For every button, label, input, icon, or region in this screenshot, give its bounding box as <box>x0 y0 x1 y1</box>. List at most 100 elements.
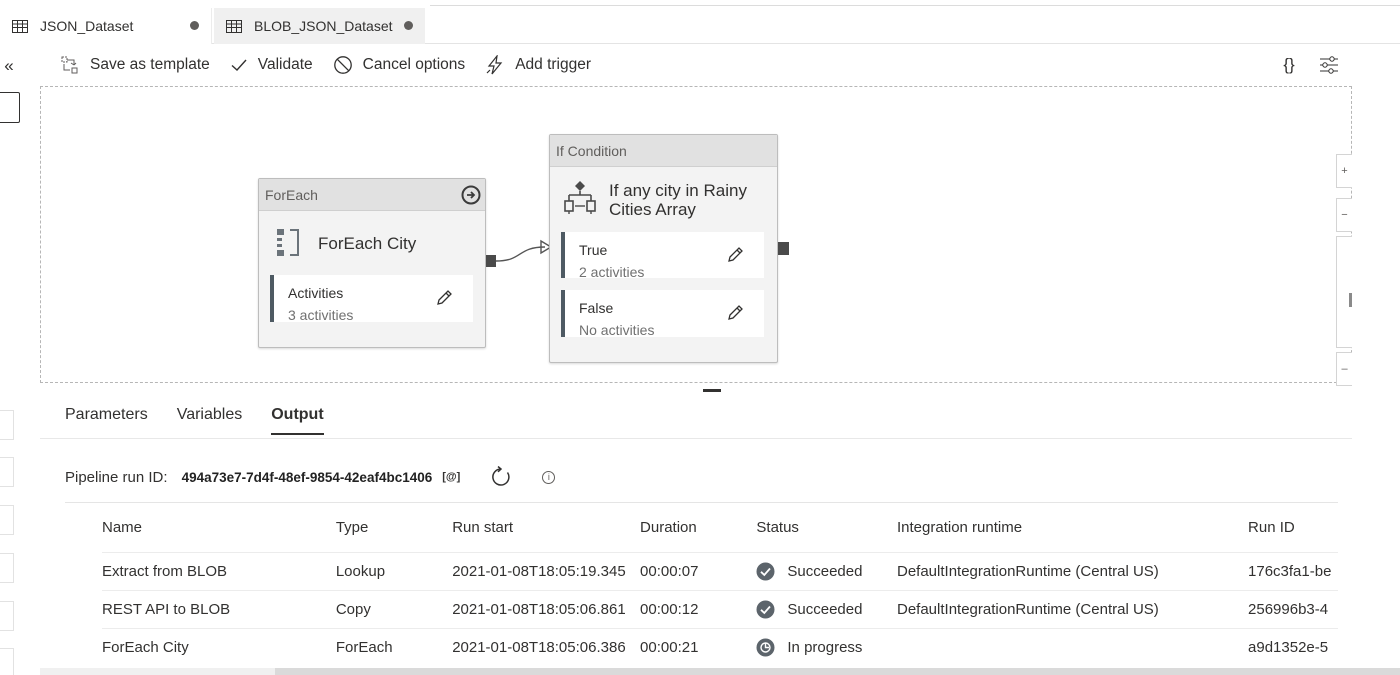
unsaved-dot-icon <box>404 21 413 30</box>
activities-label: Activities <box>288 285 344 301</box>
cell-run-start: 2021-01-08T18:05:19.345 <box>452 551 641 590</box>
zoom-in-button[interactable]: + <box>1336 154 1352 188</box>
cell-type: Lookup <box>335 551 453 590</box>
checkmark-icon <box>231 59 247 71</box>
cancel-options-label: Cancel options <box>362 56 466 73</box>
false-branch-container[interactable]: False No activities <box>561 290 764 338</box>
rail-item[interactable] <box>0 601 14 631</box>
cell-integration-runtime: DefaultIntegrationRuntime (Central US) <box>897 551 1249 590</box>
true-branch-label: True <box>579 242 608 258</box>
save-as-template-button[interactable]: Save as template <box>50 50 220 80</box>
activities-count: 3 activities <box>288 307 354 323</box>
activity-type-label: If Condition <box>556 143 627 159</box>
validate-label: Validate <box>257 56 313 73</box>
cell-duration: 00:00:12 <box>640 589 757 628</box>
column-header-integration-runtime[interactable]: Integration runtime <box>897 503 1248 552</box>
tab-parameters[interactable]: Parameters <box>65 406 148 432</box>
pipeline-run-label: Pipeline run ID: <box>65 468 168 486</box>
activity-name-line1: If any city in Rainy <box>609 181 747 200</box>
foreach-icon <box>277 229 299 256</box>
false-branch-label: False <box>579 300 614 316</box>
if-condition-activity[interactable]: If Condition If any city in Rainy Cities… <box>549 134 778 363</box>
sliders-icon <box>1320 56 1338 74</box>
cell-name: Extract from BLOB <box>102 551 336 590</box>
column-header-duration[interactable]: Duration <box>640 503 756 552</box>
collapse-panel-button[interactable]: « <box>0 56 18 76</box>
activity-header: If Condition <box>550 135 777 167</box>
true-branch-container[interactable]: True 2 activities <box>561 232 764 280</box>
activity-name: ForEach City <box>318 234 417 253</box>
cell-status: Succeeded <box>756 551 897 590</box>
rail-item[interactable] <box>0 457 14 487</box>
cancel-options-button[interactable]: Cancel options <box>323 50 476 80</box>
edit-pencil-icon[interactable] <box>726 304 744 322</box>
cell-run-id[interactable]: 256996b3-4 <box>1248 589 1338 628</box>
code-view-button[interactable]: {} <box>1278 54 1300 76</box>
table-row[interactable]: Extract from BLOB Lookup 2021-01-08T18:0… <box>102 551 1338 590</box>
column-header-run-id[interactable]: Run ID <box>1248 503 1338 552</box>
copy-run-id-button[interactable]: [@] <box>442 471 460 483</box>
table-row[interactable]: ForEach City ForEach 2021-01-08T18:05:06… <box>102 627 1338 666</box>
activities-container[interactable]: Activities 3 activities <box>270 275 473 323</box>
true-branch-count: 2 activities <box>579 264 645 280</box>
check-circle-icon <box>756 600 775 618</box>
refresh-button[interactable] <box>490 466 512 488</box>
properties-panel: Parameters Variables Output Pipeline run… <box>40 392 1352 675</box>
rail-item[interactable] <box>0 410 14 440</box>
cell-name: REST API to BLOB <box>102 589 336 628</box>
cell-type: ForEach <box>335 627 453 666</box>
tab-output[interactable]: Output <box>271 406 325 435</box>
properties-button[interactable] <box>1318 54 1340 76</box>
success-connector[interactable] <box>485 237 555 277</box>
column-header-run-start[interactable]: Run start <box>452 503 640 552</box>
rail-item[interactable] <box>0 505 14 535</box>
tab-label: JSON_Dataset <box>40 18 134 34</box>
column-header-status[interactable]: Status <box>756 503 897 552</box>
tab-strip-divider <box>430 0 1400 6</box>
activity-header: ForEach <box>259 179 485 211</box>
cell-run-id[interactable]: 176c3fa1-be <box>1248 551 1338 590</box>
info-icon[interactable]: i <box>542 470 556 484</box>
save-template-icon <box>61 56 78 74</box>
table-icon <box>226 19 242 33</box>
activity-name-line2: Cities Array <box>609 200 696 219</box>
fit-to-screen-button[interactable]: – <box>1336 352 1352 386</box>
activity-runs-table: Name Type Run start Duration Status Inte… <box>102 503 1338 666</box>
foreach-activity[interactable]: ForEach ForEach City Activities 3 activi… <box>258 178 486 348</box>
add-trigger-button[interactable]: Add trigger <box>475 50 601 80</box>
go-inside-icon[interactable] <box>461 185 481 205</box>
column-header-type[interactable]: Type <box>336 503 452 552</box>
in-progress-icon <box>756 638 775 657</box>
cell-integration-runtime <box>897 627 1249 666</box>
output-port-icon[interactable] <box>778 242 789 255</box>
rail-item[interactable] <box>0 553 14 583</box>
edit-pencil-icon[interactable] <box>726 246 744 264</box>
zoom-slider-thumb[interactable] <box>1349 293 1352 307</box>
tab-blob-json-dataset[interactable]: BLOB_JSON_Dataset <box>214 8 425 44</box>
cell-run-id[interactable]: a9d1352e-5 <box>1248 627 1338 666</box>
cell-integration-runtime: DefaultIntegrationRuntime (Central US) <box>897 589 1249 628</box>
tab-json-dataset[interactable]: JSON_Dataset <box>0 8 212 44</box>
tab-variables[interactable]: Variables <box>177 406 243 432</box>
column-header-name[interactable]: Name <box>102 503 336 552</box>
refresh-icon <box>492 466 510 486</box>
zoom-slider[interactable] <box>1336 236 1352 348</box>
validate-button[interactable]: Validate <box>220 50 323 80</box>
horizontal-scrollbar[interactable] <box>40 668 1400 675</box>
rail-search-box[interactable] <box>0 92 20 123</box>
zoom-out-button[interactable]: − <box>1336 198 1352 232</box>
panel-tabs: Parameters Variables Output <box>65 406 325 435</box>
activity-name: If any city in Rainy Cities Array <box>609 181 747 219</box>
activity-type-label: ForEach <box>265 187 318 203</box>
pipeline-run-row: Pipeline run ID: 494a73e7-7d4f-48ef-9854… <box>65 466 556 488</box>
edit-pencil-icon[interactable] <box>435 289 453 307</box>
pipeline-canvas[interactable]: ForEach ForEach City Activities 3 activi… <box>40 86 1352 383</box>
if-condition-icon <box>564 181 596 214</box>
table-row[interactable]: REST API to BLOB Copy 2021-01-08T18:05:0… <box>102 589 1338 628</box>
table-icon <box>12 19 28 33</box>
status-text: In progress <box>787 638 863 656</box>
rail-item[interactable] <box>0 648 14 675</box>
cell-type: Copy <box>335 589 453 628</box>
scrollbar-thumb[interactable] <box>275 668 1400 675</box>
table-header-row: Name Type Run start Duration Status Inte… <box>102 503 1338 552</box>
